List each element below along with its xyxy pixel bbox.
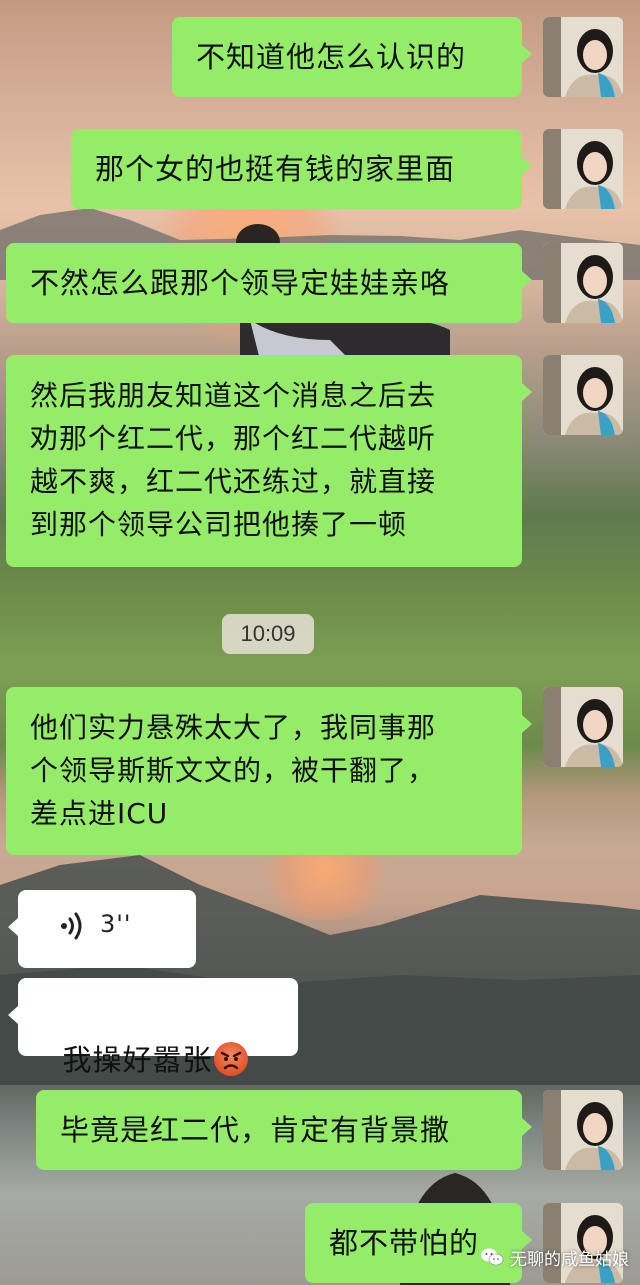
avatar[interactable] (543, 17, 623, 97)
avatar[interactable] (543, 687, 623, 767)
avatar[interactable] (543, 243, 623, 323)
chat-bubble-mine[interactable]: 毕竟是红二代，肯定有背景撒 (36, 1090, 532, 1170)
chat-bubble-mine[interactable]: 那个女的也挺有钱的家里面 (71, 129, 532, 209)
watermark-text: 无聊的咸鱼姑娘 (510, 1249, 629, 1270)
voice-duration: 3'' (100, 910, 132, 938)
chat-timestamp: 10:09 (222, 614, 314, 654)
reply-text: 我操好嚣张 (62, 1043, 213, 1077)
avatar[interactable] (543, 1203, 623, 1283)
chat-bubble-mine[interactable]: 然后我朋友知道这个消息之后去 劝那个红二代，那个红二代越听 越不爽，红二代还练过… (6, 355, 532, 567)
chat-bubble-theirs[interactable]: 我操好嚣张。 (8, 978, 298, 1119)
chat-bubble-mine[interactable]: 都不带怕的 (305, 1203, 532, 1283)
watermark: 无聊的咸鱼姑娘 (480, 1244, 629, 1270)
wechat-icon (481, 1248, 504, 1266)
avatar[interactable] (543, 129, 623, 209)
avatar[interactable] (543, 355, 623, 435)
chat-bubble-mine[interactable]: 他们实力悬殊太大了，我同事那 个领导斯斯文文的，被干翻了， 差点进ICU (6, 687, 532, 855)
avatar[interactable] (543, 1090, 623, 1170)
chat-bubble-mine[interactable]: 不然怎么跟那个领导定娃娃亲咯 (6, 243, 532, 323)
voice-wave-icon (61, 912, 82, 940)
angry-face-emoji-icon (214, 1042, 249, 1076)
voice-message-bubble[interactable]: 3'' (8, 890, 196, 968)
chat-bubble-mine[interactable]: 不知道他怎么认识的 (172, 17, 532, 97)
